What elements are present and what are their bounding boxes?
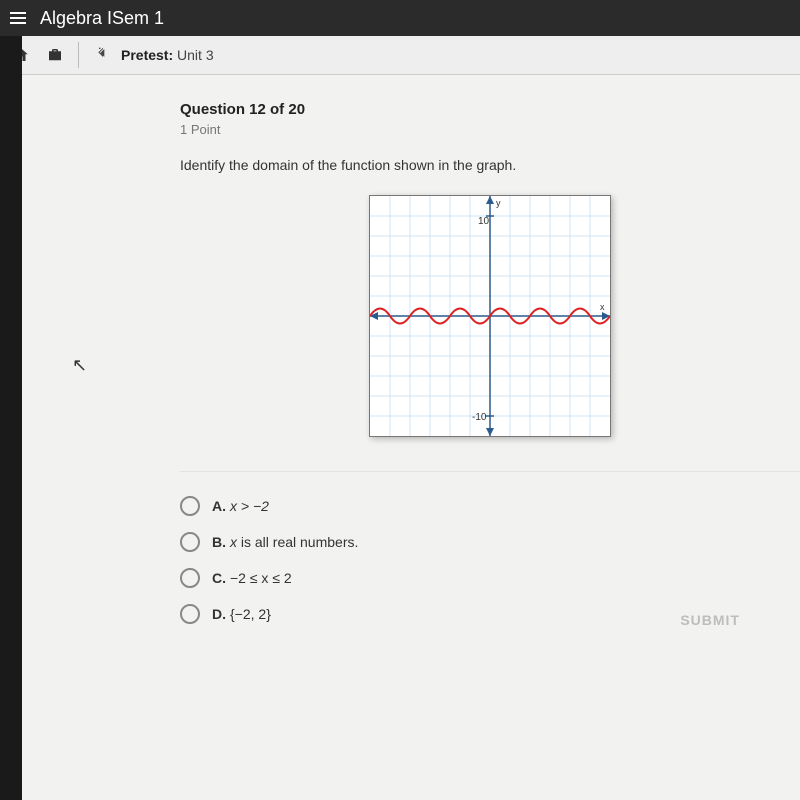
- arrow-up-icon: [486, 196, 494, 204]
- ytick-label-neg10: -10: [472, 412, 487, 423]
- x-axis-label: x: [600, 302, 605, 312]
- answer-text: {−2, 2}: [230, 606, 271, 622]
- course-title: Algebra ISem 1: [40, 8, 164, 29]
- y-axis-label: y: [496, 198, 501, 208]
- graph-container: 10 -10 y x: [180, 195, 800, 437]
- top-bar: Algebra ISem 1: [0, 0, 800, 36]
- answer-list: A.x > −2 B.x is all real numbers. C.−2 ≤…: [180, 496, 800, 624]
- breadcrumb: Pretest: Unit 3: [121, 47, 214, 63]
- answer-letter: A.: [212, 498, 226, 514]
- hamburger-menu-icon[interactable]: [10, 12, 26, 24]
- answer-a[interactable]: A.x > −2: [180, 496, 800, 516]
- answer-text: −2 ≤ x ≤ 2: [230, 570, 292, 586]
- briefcase-icon[interactable]: [38, 36, 72, 74]
- ytick-label-10: 10: [478, 216, 490, 227]
- radio-icon[interactable]: [180, 568, 200, 588]
- answer-c[interactable]: C.−2 ≤ x ≤ 2: [180, 568, 800, 588]
- answer-b[interactable]: B.x is all real numbers.: [180, 532, 800, 552]
- question-points: 1 Point: [180, 122, 800, 137]
- toolbar-divider: [78, 42, 79, 68]
- cursor-icon: ↖: [72, 355, 87, 376]
- sub-bar: Pretest: Unit 3: [0, 36, 800, 75]
- answer-letter: B.: [212, 534, 226, 550]
- separator: [180, 471, 800, 472]
- radio-icon[interactable]: [180, 604, 200, 624]
- question-prompt: Identify the domain of the function show…: [180, 157, 800, 173]
- breadcrumb-label: Pretest:: [121, 47, 173, 63]
- submit-button[interactable]: SUBMIT: [680, 612, 740, 628]
- arrow-down-icon: [486, 428, 494, 436]
- answer-var: x: [230, 534, 237, 550]
- question-area: Question 12 of 20 1 Point Identify the d…: [0, 75, 800, 624]
- answer-letter: C.: [212, 570, 226, 586]
- radio-icon[interactable]: [180, 496, 200, 516]
- back-icon[interactable]: [95, 45, 111, 66]
- answer-text: x > −2: [230, 498, 269, 514]
- radio-icon[interactable]: [180, 532, 200, 552]
- function-graph: 10 -10 y x: [369, 195, 611, 437]
- answer-text: is all real numbers.: [237, 534, 358, 550]
- answer-letter: D.: [212, 606, 226, 622]
- question-number: Question 12 of 20: [180, 101, 800, 118]
- breadcrumb-value: Unit 3: [177, 47, 214, 63]
